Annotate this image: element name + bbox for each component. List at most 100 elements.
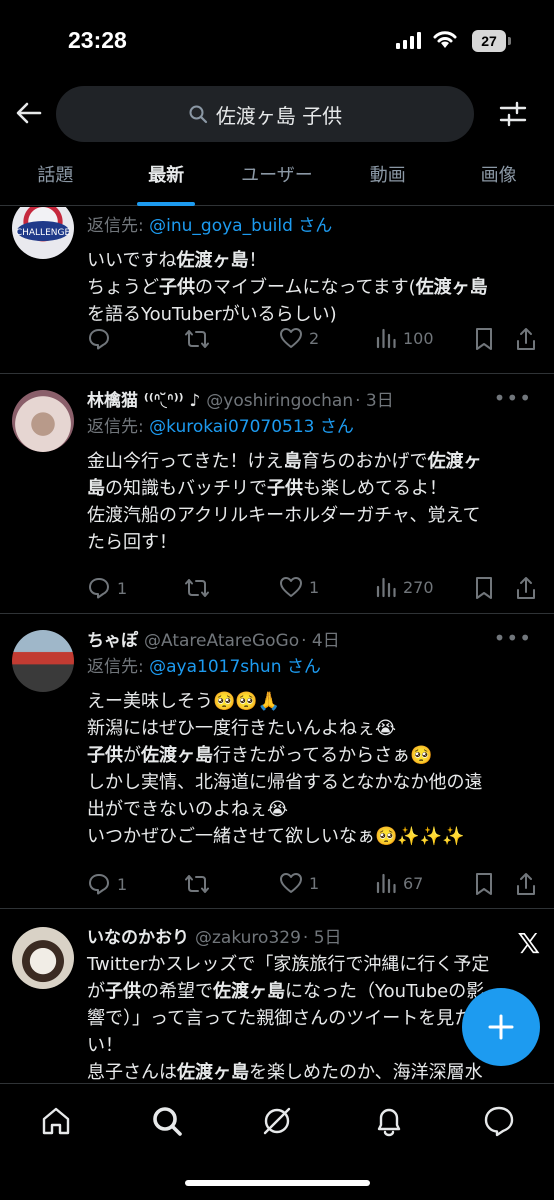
reply-prefix: 返信先: bbox=[87, 657, 150, 677]
wifi-icon bbox=[433, 31, 457, 48]
bookmark-icon[interactable] bbox=[473, 327, 495, 351]
like-button[interactable]: 1 bbox=[279, 872, 319, 894]
grok-icon[interactable] bbox=[260, 1104, 294, 1138]
messages-icon[interactable] bbox=[482, 1104, 516, 1138]
x-logo-icon: 𝕏 bbox=[517, 927, 540, 960]
reply-button[interactable]: 1 bbox=[87, 576, 127, 600]
battery-icon: 27 bbox=[472, 30, 506, 52]
post-time: · 5日 bbox=[302, 928, 342, 948]
bookmark-icon[interactable] bbox=[473, 576, 495, 600]
avatar[interactable] bbox=[12, 390, 74, 452]
reply-to: 返信先: @inu_goya_build さん bbox=[87, 211, 532, 237]
search-input[interactable]: 佐渡ヶ島 子供 bbox=[56, 86, 474, 142]
reply-button[interactable] bbox=[87, 327, 117, 351]
like-button[interactable]: 1 bbox=[279, 576, 319, 598]
post[interactable]: いなのかおり @zakuro329 · 5日 Twitterかスレッズで「家族旅… bbox=[0, 909, 554, 1083]
post-header: ちゃぽ @AtareAtareGoGo · 4日 ••• bbox=[87, 626, 532, 652]
post-header: いなのかおり @zakuro329 · 5日 bbox=[87, 923, 532, 949]
text-segment: が bbox=[123, 745, 141, 766]
avatar[interactable] bbox=[12, 630, 74, 692]
views-button[interactable]: 270 bbox=[375, 576, 434, 598]
post[interactable]: CHALLENGE 返信先: @inu_goya_build さん いいですね佐… bbox=[0, 207, 554, 374]
heart-icon bbox=[280, 873, 302, 893]
text-segment: の知識もバッチリで bbox=[105, 478, 267, 499]
post-time: · 3日 bbox=[355, 391, 394, 411]
text-highlight: 子供 bbox=[267, 478, 303, 499]
views-button[interactable]: 100 bbox=[375, 327, 434, 349]
heart-icon bbox=[280, 577, 302, 597]
views-icon bbox=[376, 577, 396, 598]
tab-videos[interactable]: 動画 bbox=[332, 152, 443, 205]
bookmark-icon[interactable] bbox=[473, 872, 495, 896]
text-highlight: 佐渡ヶ島 bbox=[141, 745, 213, 766]
post-actions: 1 1 270 bbox=[87, 576, 537, 604]
views-count: 270 bbox=[403, 577, 434, 597]
views-button[interactable]: 67 bbox=[375, 872, 423, 894]
text-highlight: 佐渡ヶ島 bbox=[177, 1062, 249, 1083]
search-icon bbox=[189, 105, 207, 124]
text-segment: を語るYouTuberがいるらしい) bbox=[87, 304, 337, 325]
reply-button[interactable]: 1 bbox=[87, 872, 127, 896]
text-highlight: 佐渡ヶ島 bbox=[415, 277, 488, 298]
reply-count: 1 bbox=[117, 578, 128, 598]
more-options-icon[interactable]: ••• bbox=[494, 626, 532, 650]
back-arrow-icon[interactable] bbox=[14, 98, 44, 128]
text-segment: 金山今行ってきた！けえ bbox=[87, 451, 284, 472]
repost-button[interactable] bbox=[184, 327, 216, 351]
avatar[interactable]: CHALLENGE bbox=[12, 207, 74, 259]
post-actions: 1 1 67 bbox=[87, 872, 537, 900]
display-name[interactable]: ちゃぽ bbox=[87, 626, 138, 651]
text-highlight: 佐渡ヶ島 bbox=[213, 981, 285, 1002]
reply-icon bbox=[89, 578, 109, 599]
text-segment: のマイブームになってます( bbox=[195, 277, 416, 298]
display-name[interactable]: いなのかおり bbox=[87, 923, 189, 948]
signal-icon bbox=[396, 32, 421, 49]
repost-icon bbox=[185, 579, 209, 597]
search-query: 佐渡ヶ島 子供 bbox=[215, 103, 343, 128]
reply-to-link[interactable]: @inu_goya_build さん bbox=[149, 216, 332, 236]
text-highlight: 子供 bbox=[105, 981, 141, 1002]
tab-latest[interactable]: 最新 bbox=[111, 152, 222, 206]
tab-trending[interactable]: 話題 bbox=[0, 152, 111, 205]
display-name[interactable]: 林檎猫 ⁽⁽ᐢ◟̆ᐢ⁾⁾ ♪ bbox=[87, 386, 200, 411]
like-button[interactable]: 2 bbox=[279, 327, 319, 349]
tab-images[interactable]: 画像 bbox=[443, 152, 554, 205]
like-count: 2 bbox=[309, 328, 320, 348]
home-indicator bbox=[185, 1180, 370, 1186]
more-options-icon[interactable]: ••• bbox=[494, 386, 532, 410]
search-tabs: 話題 最新 ユーザー 動画 画像 bbox=[0, 152, 554, 206]
repost-icon bbox=[185, 330, 209, 348]
filter-settings-icon[interactable] bbox=[498, 99, 528, 129]
views-icon bbox=[376, 328, 396, 349]
repost-button[interactable] bbox=[184, 872, 216, 896]
text-highlight: 子供 bbox=[87, 745, 123, 766]
avatar[interactable] bbox=[12, 927, 74, 989]
repost-button[interactable] bbox=[184, 576, 216, 600]
share-icon[interactable] bbox=[515, 872, 537, 896]
like-count: 1 bbox=[309, 577, 320, 597]
post-text: 金山今行ってきた！けえ島育ちのおかげで佐渡ヶ 島の知識もバッチリで子供も楽しめて… bbox=[87, 448, 532, 556]
avatar-illustration: CHALLENGE bbox=[16, 221, 70, 241]
post[interactable]: ちゃぽ @AtareAtareGoGo · 4日 ••• 返信先: @aya10… bbox=[0, 614, 554, 909]
status-time: 23:28 bbox=[68, 27, 127, 53]
home-icon[interactable] bbox=[39, 1104, 73, 1138]
notifications-bell-icon[interactable] bbox=[372, 1104, 406, 1138]
post[interactable]: 林檎猫 ⁽⁽ᐢ◟̆ᐢ⁾⁾ ♪ @yoshiringochan · 3日 ••• … bbox=[0, 374, 554, 614]
battery-tip bbox=[508, 37, 511, 45]
search-nav-icon[interactable] bbox=[150, 1104, 184, 1138]
share-icon[interactable] bbox=[515, 576, 537, 600]
user-handle[interactable]: @AtareAtareGoGo bbox=[144, 631, 299, 651]
reply-to-link[interactable]: @kurokai07070513 さん bbox=[149, 417, 354, 437]
tab-users[interactable]: ユーザー bbox=[222, 152, 333, 205]
post-header: 林檎猫 ⁽⁽ᐢ◟̆ᐢ⁾⁾ ♪ @yoshiringochan · 3日 ••• bbox=[87, 386, 532, 412]
reply-count: 1 bbox=[117, 874, 128, 894]
user-handle[interactable]: @yoshiringochan bbox=[206, 391, 353, 411]
reply-to-link[interactable]: @aya1017shun さん bbox=[149, 657, 321, 677]
text-segment: の希望で bbox=[141, 981, 213, 1002]
share-icon[interactable] bbox=[515, 327, 537, 351]
compose-post-button[interactable] bbox=[462, 988, 540, 1066]
text-highlight: 島 bbox=[283, 451, 302, 472]
user-handle[interactable]: @zakuro329 bbox=[195, 928, 301, 948]
post-time: · 4日 bbox=[301, 631, 340, 651]
views-count: 67 bbox=[403, 873, 424, 893]
